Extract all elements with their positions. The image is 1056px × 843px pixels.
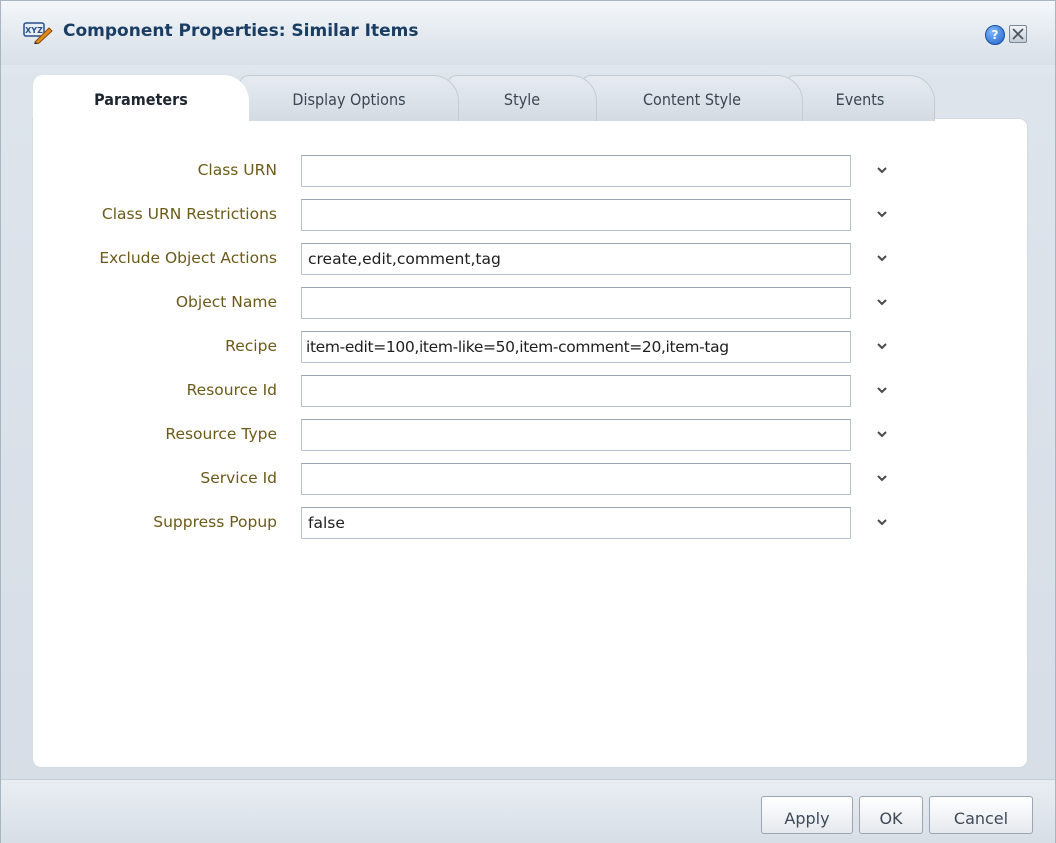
field-label: Resource Type bbox=[165, 425, 277, 443]
field-label: Service Id bbox=[200, 469, 277, 487]
ok-button[interactable]: OK bbox=[859, 796, 923, 834]
tab-bar: Parameters Display Options Style Content… bbox=[33, 75, 1023, 123]
field-label: Resource Id bbox=[186, 381, 277, 399]
apply-button[interactable]: Apply bbox=[761, 796, 853, 834]
chevron-down-icon[interactable] bbox=[875, 163, 889, 177]
field-label: Exclude Object Actions bbox=[99, 249, 277, 267]
chevron-down-icon[interactable] bbox=[875, 471, 889, 485]
resource-type-input[interactable] bbox=[301, 419, 851, 451]
object-name-input[interactable] bbox=[301, 287, 851, 319]
chevron-down-icon[interactable] bbox=[875, 295, 889, 309]
service-id-input[interactable] bbox=[301, 463, 851, 495]
field-recipe: Recipe item-edit=100,item-like=50,item-c… bbox=[33, 331, 1027, 363]
chevron-down-icon[interactable] bbox=[875, 207, 889, 221]
chevron-down-icon[interactable] bbox=[875, 339, 889, 353]
recipe-input[interactable]: item-edit=100,item-like=50,item-comment=… bbox=[301, 331, 851, 363]
class-urn-restrictions-input[interactable] bbox=[301, 199, 851, 231]
field-class-urn: Class URN bbox=[33, 155, 1027, 187]
field-service-id: Service Id bbox=[33, 463, 1027, 495]
chevron-down-icon[interactable] bbox=[875, 251, 889, 265]
field-label: Object Name bbox=[175, 293, 277, 311]
field-resource-type: Resource Type bbox=[33, 419, 1027, 451]
tab-style[interactable]: Style bbox=[447, 75, 597, 121]
field-resource-id: Resource Id bbox=[33, 375, 1027, 407]
field-label: Suppress Popup bbox=[153, 513, 277, 531]
chevron-down-icon[interactable] bbox=[875, 515, 889, 529]
tab-events[interactable]: Events bbox=[785, 75, 935, 121]
field-suppress-popup: Suppress Popup false bbox=[33, 507, 1027, 539]
field-object-name: Object Name bbox=[33, 287, 1027, 319]
component-properties-dialog: XYZ Component Properties: Similar Items … bbox=[0, 0, 1056, 843]
chevron-down-icon[interactable] bbox=[875, 427, 889, 441]
exclude-object-actions-input[interactable]: create,edit,comment,tag bbox=[301, 243, 851, 275]
suppress-popup-input[interactable]: false bbox=[301, 507, 851, 539]
close-icon[interactable] bbox=[1009, 25, 1027, 43]
field-exclude-object-actions: Exclude Object Actions create,edit,comme… bbox=[33, 243, 1027, 275]
title-bar: XYZ Component Properties: Similar Items … bbox=[1, 1, 1055, 65]
class-urn-input[interactable] bbox=[301, 155, 851, 187]
field-label: Recipe bbox=[225, 337, 277, 355]
parameters-panel: Class URN Class URN Restrictions Exclude… bbox=[33, 119, 1027, 767]
dialog-title: Component Properties: Similar Items bbox=[63, 21, 419, 41]
tab-content-style[interactable]: Content Style bbox=[581, 75, 803, 121]
tab-parameters[interactable]: Parameters bbox=[33, 75, 249, 123]
field-class-urn-restrictions: Class URN Restrictions bbox=[33, 199, 1027, 231]
field-label: Class URN bbox=[197, 161, 277, 179]
field-label: Class URN Restrictions bbox=[101, 205, 277, 223]
help-icon[interactable]: ? bbox=[985, 25, 1005, 45]
svg-text:XYZ: XYZ bbox=[25, 26, 43, 35]
component-xyz-icon: XYZ bbox=[23, 22, 53, 44]
resource-id-input[interactable] bbox=[301, 375, 851, 407]
cancel-button[interactable]: Cancel bbox=[929, 796, 1033, 834]
chevron-down-icon[interactable] bbox=[875, 383, 889, 397]
dialog-footer: Apply OK Cancel bbox=[1, 779, 1055, 843]
tab-display-options[interactable]: Display Options bbox=[239, 75, 459, 121]
